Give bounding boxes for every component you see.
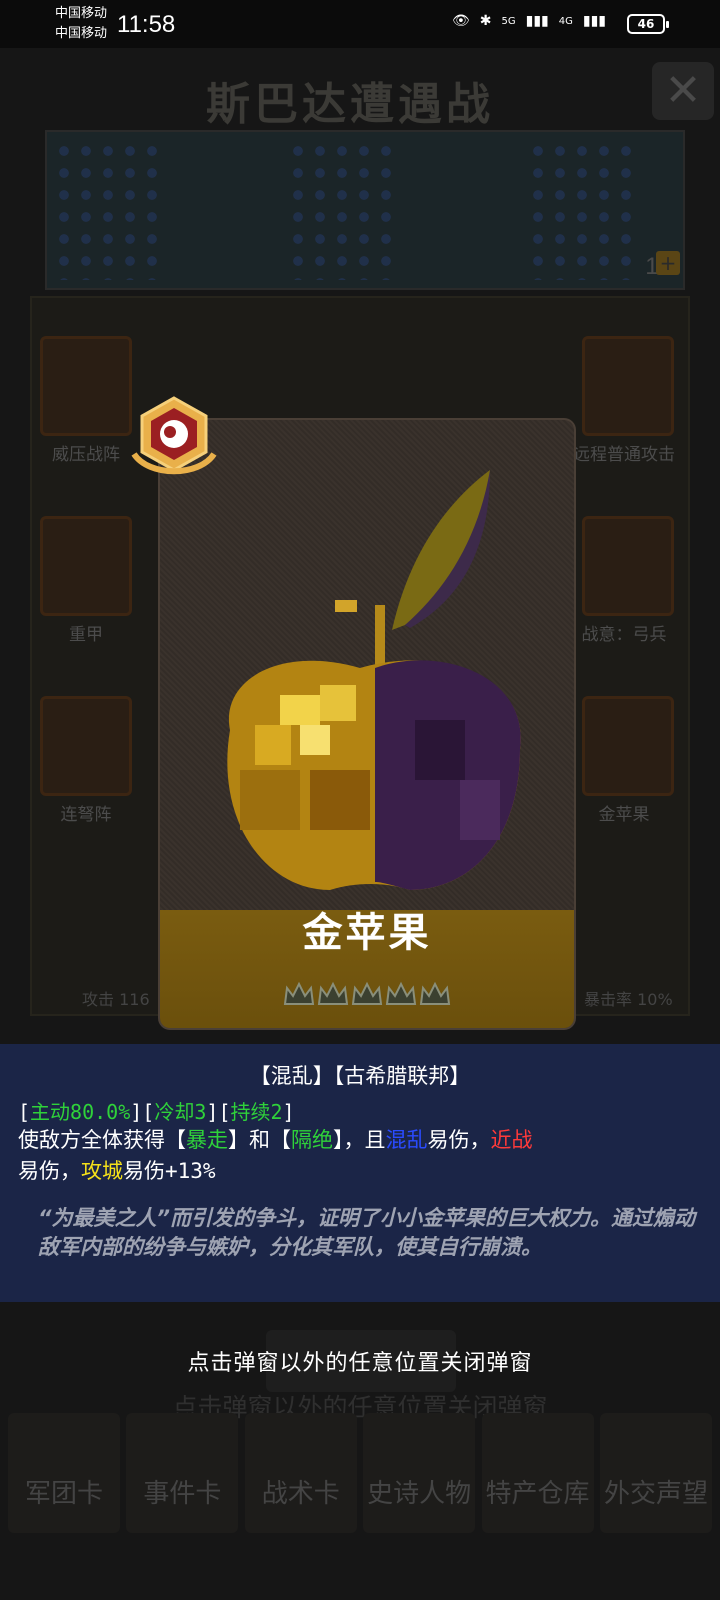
tab-specialty-warehouse[interactable]: 特产仓库 (481, 1413, 594, 1533)
close-popup-hint[interactable]: 点击弹窗以外的任意位置关闭弹窗 (150, 1345, 570, 1377)
tab-epic-figures[interactable]: 史诗人物 (363, 1413, 476, 1533)
card-tags: 【混乱】【古希腊联邦】 (249, 1064, 471, 1088)
deck-card[interactable] (582, 516, 674, 616)
status-bar: 中国移动 中国移动 11:58 👁 ✱ 5G ▮▮▮ 4G ▮▮▮ 46 (0, 0, 720, 48)
tab-tactic-cards[interactable]: 战术卡 (244, 1413, 357, 1533)
card-rating (282, 978, 458, 1012)
status-rampage: 暴走 (186, 1128, 228, 1152)
signal-icon: ▮▮▮ (582, 13, 606, 29)
card-name: 金苹果 (302, 910, 432, 956)
keyword-melee: 近战 (490, 1128, 533, 1152)
eye-icon: 👁 (451, 13, 470, 29)
card-flavor-text: “为最美之人”而引发的争斗，证明了小小金苹果的巨大权力。通过煽动敌军内部的纷争与… (38, 1206, 696, 1259)
carrier-label: 中国移动 (55, 6, 108, 21)
tab-event-cards[interactable]: 事件卡 (126, 1413, 239, 1533)
effect-text: 易伤+13% (123, 1159, 216, 1183)
carrier-label: 中国移动 (55, 26, 108, 41)
network-label: 4G (558, 15, 573, 27)
effect-text: 】，且 (333, 1128, 386, 1152)
battery-indicator: 46 (627, 14, 669, 34)
deck-card-label: 战意：弓兵 (581, 625, 667, 645)
crown-icon (283, 981, 315, 1005)
tab-legion-cards[interactable]: 军团卡 (8, 1413, 120, 1533)
effect-text: 使敌方全体获得【 (18, 1128, 186, 1152)
battle-title: 斯巴达遭遇战 (206, 79, 494, 130)
status-isolation: 隔绝 (291, 1128, 333, 1152)
crown-icon (419, 981, 451, 1005)
add-troop-button[interactable]: + (656, 251, 680, 275)
clock: 11:58 (117, 11, 176, 38)
deck-card-label: 金苹果 (598, 805, 650, 825)
active-rate: 主动80.0% (30, 1100, 131, 1124)
signal-icon: ▮▮▮ (525, 13, 549, 29)
effect-text: 】和【 (228, 1128, 291, 1152)
card-effect-line: 易伤，攻城易伤+13% (18, 1155, 216, 1185)
network-label: 5G (501, 15, 516, 27)
deck-card-label: 连弩阵 (60, 805, 112, 825)
deck-card[interactable] (40, 696, 132, 796)
duration: 持续2 (230, 1100, 283, 1124)
bluetooth-icon: ✱ (479, 13, 492, 29)
attack-stat: 攻击 116 (82, 990, 150, 1009)
card-skill-stats: [主动80.0%][冷却3][持续2] (18, 1100, 295, 1124)
soldier-formation (527, 140, 637, 280)
deck-card[interactable] (40, 516, 132, 616)
tab-diplomacy[interactable]: 外交声望 (599, 1413, 712, 1533)
bottom-tab-bar: 军团卡 事件卡 战术卡 史诗人物 特产仓库 外交声望 (0, 1413, 720, 1543)
soldier-formation (53, 140, 163, 280)
crown-icon (317, 981, 349, 1005)
crit-rate-stat: 暴击率 10% (584, 990, 673, 1009)
effect-text: 易伤， (18, 1159, 81, 1183)
card-effect-line: 使敌方全体获得【暴走】和【隔绝】，且混乱易伤，近战 (18, 1124, 533, 1154)
battlefield-view (45, 130, 685, 290)
deck-card-label: 重甲 (69, 625, 103, 645)
crown-icon (385, 981, 417, 1005)
crown-icon (351, 981, 383, 1005)
effect-text: 易伤， (427, 1128, 491, 1152)
deck-card[interactable] (582, 336, 674, 436)
deck-card-label: 远程普通攻击 (573, 445, 675, 465)
soldier-formation (287, 140, 397, 280)
deck-card[interactable] (582, 696, 674, 796)
keyword-chaos: 混乱 (385, 1128, 428, 1152)
eye-of-discord-icon (131, 396, 217, 475)
close-battle-button[interactable]: ✕ (652, 62, 714, 120)
cooldown: 冷却3 (154, 1100, 207, 1124)
deck-card[interactable] (40, 336, 132, 436)
keyword-siege: 攻城 (81, 1159, 123, 1183)
golden-apple-icon (227, 470, 521, 890)
